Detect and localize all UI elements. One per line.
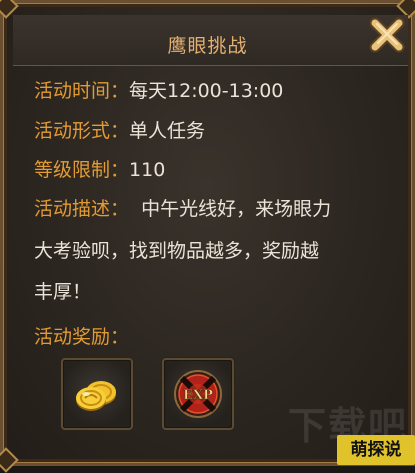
exp-label: EXP — [183, 388, 213, 403]
reward-slot-gold[interactable] — [61, 358, 133, 430]
close-button[interactable] — [365, 13, 409, 57]
level-limit-value: 110 — [129, 159, 166, 181]
level-limit-row: 等级限制：110 — [34, 159, 165, 181]
activity-time-value: 每天12:00-13:00 — [129, 80, 284, 102]
close-icon — [369, 17, 405, 53]
activity-desc-line: 丰厚！ — [34, 281, 92, 303]
event-dialog: 鹰眼挑战 活动时间：每天12:00-13:00 活动形式：单人任务 等级限制：1… — [0, 0, 415, 473]
activity-form-value: 单人任务 — [129, 120, 206, 142]
activity-desc-row: 活动描述： 中午光线好，来场眼力 — [34, 198, 331, 220]
activity-rewards-label: 活动奖励： — [34, 326, 130, 348]
frame-corner-ornament — [0, 447, 19, 473]
level-limit-label: 等级限制： — [34, 159, 130, 181]
activity-desc-line: 大考验呗，找到物品越多，奖励越 — [34, 240, 320, 262]
dialog-title: 鹰眼挑战 — [167, 35, 248, 57]
exp-orb-icon: EXP — [174, 370, 222, 418]
corner-badge: 萌探说 — [337, 435, 415, 465]
activity-form-row: 活动形式：单人任务 — [34, 120, 205, 142]
activity-desc-line: 中午光线好，来场眼力 — [141, 198, 332, 220]
activity-time-label: 活动时间： — [34, 80, 130, 102]
activity-time-row: 活动时间：每天12:00-13:00 — [34, 80, 283, 102]
gold-coins-icon — [76, 381, 116, 411]
activity-form-label: 活动形式： — [34, 120, 130, 142]
activity-desc-label: 活动描述： — [34, 198, 130, 220]
reward-slot-exp[interactable]: EXP — [162, 358, 234, 430]
